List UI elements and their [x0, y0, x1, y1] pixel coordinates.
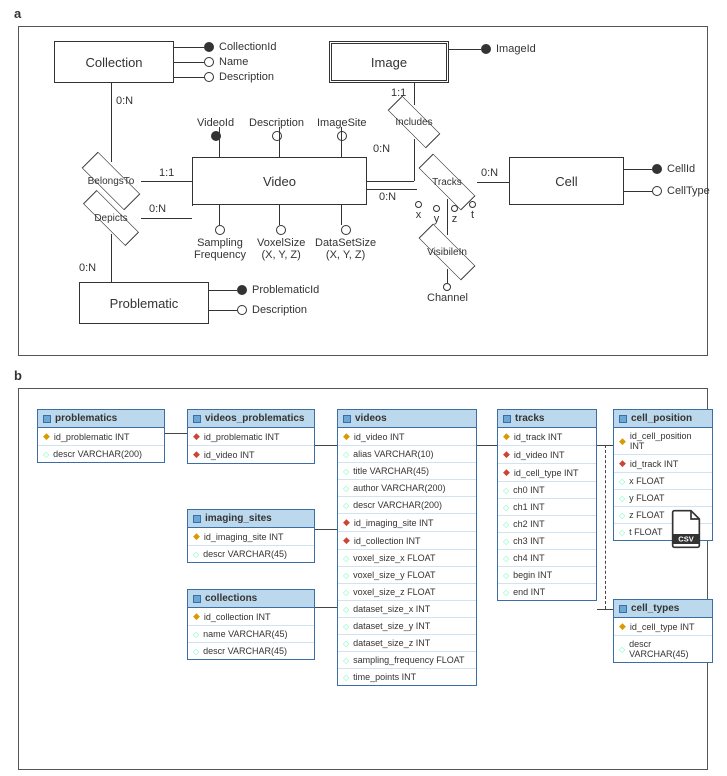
attr-video-voxelsize: VoxelSize (X, Y, Z): [257, 225, 305, 261]
attr-collection-id: CollectionId: [204, 41, 276, 53]
rel-includes: Includes: [387, 105, 441, 139]
attr-video-sampling: Sampling Frequency: [194, 225, 246, 261]
panel-b-schema: problematics◆id_problematic INT◇descr VA…: [18, 388, 708, 770]
attr-collection-description: Description: [204, 71, 274, 83]
panel-a-er-diagram: Collection CollectionId Name Description…: [18, 26, 708, 356]
panel-b-label: b: [14, 368, 22, 383]
panel-a-label: a: [14, 6, 21, 21]
attr-collection-name: Name: [204, 56, 248, 68]
entity-collection: Collection: [54, 41, 174, 83]
card-video-tracks: 0:N: [379, 191, 396, 203]
card-video-belongsto: 1:1: [159, 167, 174, 179]
entity-image: Image: [329, 41, 449, 83]
card-cell-tracks: 0:N: [481, 167, 498, 179]
attr-video-description: Description: [249, 117, 304, 141]
attr-video-imagesite: ImageSite: [317, 117, 367, 141]
card-image-includes: 1:1: [391, 87, 406, 99]
attr-cell-id: CellId: [652, 163, 695, 175]
attr-video-datasetsize: DataSetSize (X, Y, Z): [315, 225, 376, 261]
table-videos: videos◆id_video INT◇alias VARCHAR(10)◇ti…: [337, 409, 477, 686]
card-depicts-video: 0:N: [149, 203, 166, 215]
table-collections: collections◆id_collection INT◇name VARCH…: [187, 589, 315, 660]
attr-tracks-x: x: [415, 201, 422, 221]
attr-tracks-y: y: [433, 205, 440, 225]
card-collection-video: 0:N: [116, 95, 133, 107]
entity-problematic: Problematic: [79, 282, 209, 324]
table-cell-types: cell_types◆id_cell_type INT◇descr VARCHA…: [613, 599, 713, 663]
attr-tracks-z: z: [451, 205, 458, 225]
svg-text:CSV: CSV: [678, 535, 693, 544]
rel-visiblein: VisibileIn: [417, 235, 477, 269]
csv-icon: CSV: [669, 509, 703, 549]
table-videos-problematics: videos_problematics◆id_problematic INT◆i…: [187, 409, 315, 464]
rel-tracks: Tracks: [417, 165, 477, 199]
table-problematics: problematics◆id_problematic INT◇descr VA…: [37, 409, 165, 463]
attr-tracks-t: t: [469, 201, 476, 221]
attr-image-id: ImageId: [481, 43, 536, 55]
entity-video: Video: [192, 157, 367, 205]
attr-visiblein-channel: Channel: [427, 283, 468, 304]
card-problematic-depicts: 0:N: [79, 262, 96, 274]
entity-cell: Cell: [509, 157, 624, 205]
attr-cell-type: CellType: [652, 185, 710, 197]
table-imaging-sites: imaging_sites◆id_imaging_site INT◇descr …: [187, 509, 315, 563]
attr-problematic-id: ProblematicId: [237, 284, 319, 296]
card-video-includes: 0:N: [373, 143, 390, 155]
rel-belongsto: BelongsTo: [81, 162, 141, 200]
table-tracks: tracks◆id_track INT◆id_video INT◆id_cell…: [497, 409, 597, 601]
attr-video-id: VideoId: [197, 117, 234, 141]
attr-problematic-description: Description: [237, 304, 307, 316]
rel-depicts: Depicts: [81, 202, 141, 234]
